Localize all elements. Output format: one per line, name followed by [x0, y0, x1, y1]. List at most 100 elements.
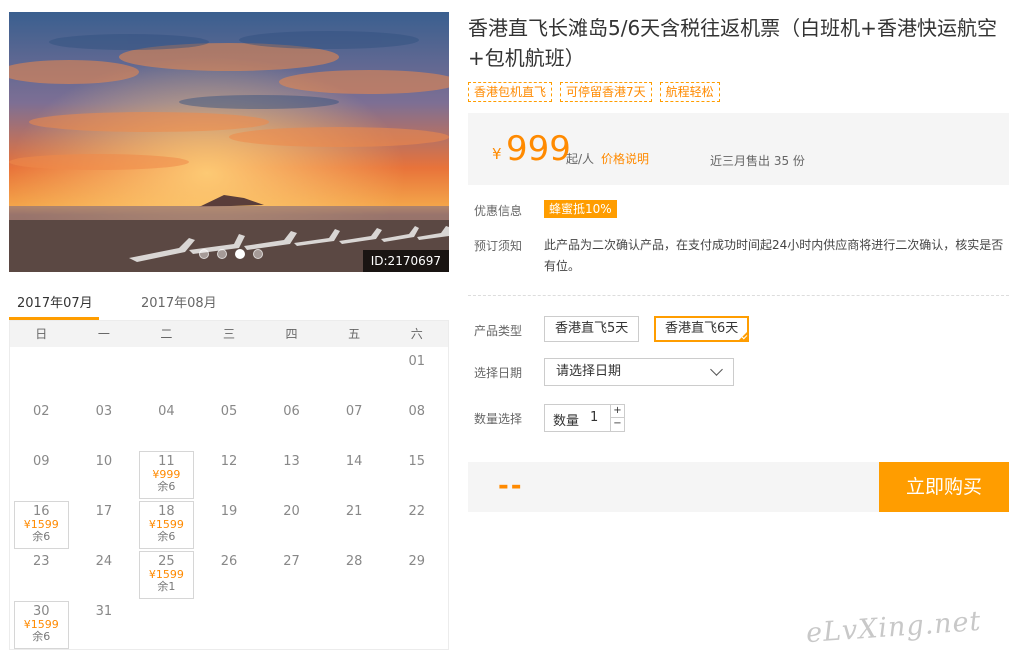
calendar-day: 22 — [385, 497, 448, 547]
weekday-label: 六 — [410, 327, 423, 341]
carousel-dot[interactable] — [253, 249, 263, 259]
option-hk-6-days[interactable]: 香港直飞6天 — [654, 316, 750, 342]
day-number: 18 — [158, 504, 175, 519]
day-number: 06 — [283, 404, 300, 419]
calendar-day: 26 — [198, 547, 261, 597]
day-number: 30 — [33, 604, 50, 619]
quantity-increase-button[interactable]: + — [610, 405, 624, 418]
divider — [468, 295, 1009, 296]
option-hk-5-days[interactable]: 香港直飞5天 — [544, 316, 640, 342]
carousel-dot-active[interactable] — [235, 249, 245, 259]
day-number: 29 — [408, 554, 425, 569]
day-remaining: 余6 — [32, 630, 51, 643]
day-number: 16 — [33, 504, 50, 519]
site-watermark: eLvXing.net — [805, 605, 983, 650]
sales-count: 近三月售出 35 份 — [710, 154, 805, 168]
product-photo[interactable]: ID:2170697 — [9, 12, 449, 272]
chevron-down-icon — [710, 363, 723, 376]
weekday-label: 三 — [222, 327, 235, 341]
day-number: 03 — [95, 404, 113, 419]
price-calendar: 日 一 二 三 四 五 六 01 02 03 04 05 06 07 08 09 10 11 ¥999 余6 12 13… — [9, 320, 449, 650]
date-select-placeholder: 请选择日期 — [556, 364, 622, 379]
calendar-day-available[interactable]: 25 ¥1599 余1 — [139, 551, 194, 599]
day-number: 25 — [158, 554, 175, 569]
quantity-decrease-button[interactable]: − — [610, 418, 624, 431]
calendar-day: 05 — [198, 397, 261, 447]
day-remaining: 余6 — [32, 530, 51, 543]
day-number: 21 — [345, 504, 363, 519]
buy-now-button[interactable]: 立即购买 — [879, 462, 1009, 512]
day-remaining: 余6 — [157, 480, 176, 493]
calendar-day: 20 — [260, 497, 323, 547]
weekday-label: 四 — [285, 327, 298, 341]
calendar-day: 01 — [385, 347, 448, 397]
quantity-label: 数量选择 — [474, 412, 523, 426]
notice-label: 预订须知 — [474, 239, 523, 253]
quantity-value[interactable]: 1 — [590, 410, 598, 425]
option-label: 香港直飞5天 — [555, 321, 629, 336]
tag-hk-charter: 香港包机直飞 — [468, 82, 553, 102]
day-number: 02 — [33, 404, 50, 419]
calendar-day-available[interactable]: 18 ¥1599 余6 — [139, 501, 194, 549]
calendar-day: 24 — [73, 547, 136, 597]
day-number: 14 — [345, 454, 363, 469]
day-remaining: 余6 — [157, 530, 176, 543]
calendar-day — [73, 347, 136, 397]
calendar-day: 19 — [198, 497, 261, 547]
day-number: 17 — [95, 504, 113, 519]
calendar-day: 28 — [323, 547, 386, 597]
buy-bar: -- 立即购买 — [468, 462, 1009, 512]
day-remaining: 余1 — [157, 580, 176, 593]
calendar-day — [260, 347, 323, 397]
image-id-label: ID:2170697 — [362, 250, 449, 272]
calendar-day-available[interactable]: 30 ¥1599 余6 — [14, 601, 69, 649]
calendar-day — [323, 347, 386, 397]
calendar-day: 08 — [385, 397, 448, 447]
currency-symbol: ¥ — [492, 145, 502, 163]
price-explain-link[interactable]: 价格说明 — [601, 150, 649, 167]
notice-text: 此产品为二次确认产品，在支付成功时间起24小时内供应商将进行二次确认，核实是否有… — [544, 238, 1004, 273]
calendar-day — [135, 347, 198, 397]
carousel-dot[interactable] — [217, 249, 227, 259]
weekday-label: 五 — [348, 327, 361, 341]
day-number: 24 — [95, 554, 113, 569]
day-number: 13 — [283, 454, 300, 469]
price-amount: 999 — [506, 129, 571, 169]
date-select-dropdown[interactable]: 请选择日期 — [544, 358, 734, 386]
day-number: 20 — [283, 504, 300, 519]
day-number: 31 — [95, 604, 113, 619]
product-title: 香港直飞长滩岛5/6天含税往返机票（白班机+香港快运航空+包机航班） — [468, 16, 997, 70]
sunset-beach-image — [9, 12, 449, 272]
calendar-day: 03 — [73, 397, 136, 447]
tag-easy-trip: 航程轻松 — [659, 82, 720, 102]
quantity-stepper[interactable]: 数量 1 + − — [544, 404, 625, 432]
day-number: 23 — [33, 554, 50, 569]
calendar-day: 12 — [198, 447, 261, 497]
day-number: 01 — [408, 354, 425, 369]
calendar-day — [198, 347, 261, 397]
price-unit: 起/人 — [566, 152, 595, 166]
calendar-day: 02 — [10, 397, 73, 447]
weekday-label: 二 — [160, 327, 173, 341]
day-number: 28 — [345, 554, 363, 569]
product-tags: 香港包机直飞 可停留香港7天 航程轻松 — [468, 82, 720, 102]
calendar-weekday-header: 日一二三四五六 — [10, 321, 448, 347]
option-label: 香港直飞6天 — [665, 321, 739, 336]
carousel-dots — [199, 249, 263, 259]
tab-month-july[interactable]: 2017年07月 — [17, 292, 93, 311]
calendar-day: 23 — [10, 547, 73, 597]
total-price: -- — [498, 471, 524, 501]
calendar-day: 17 — [73, 497, 136, 547]
calendar-day: 29 — [385, 547, 448, 597]
carousel-dot[interactable] — [199, 249, 209, 259]
calendar-day: 13 — [260, 447, 323, 497]
calendar-day: 10 — [73, 447, 136, 497]
calendar-day: 09 — [10, 447, 73, 497]
day-number: 26 — [220, 554, 238, 569]
calendar-day-available[interactable]: 11 ¥999 余6 — [139, 451, 194, 499]
calendar-day: 04 — [135, 397, 198, 447]
calendar-day-available[interactable]: 16 ¥1599 余6 — [14, 501, 69, 549]
calendar-day: 27 — [260, 547, 323, 597]
tab-month-august[interactable]: 2017年08月 — [141, 292, 217, 311]
calendar-month-tabs: 2017年07月 2017年08月 — [9, 284, 449, 322]
